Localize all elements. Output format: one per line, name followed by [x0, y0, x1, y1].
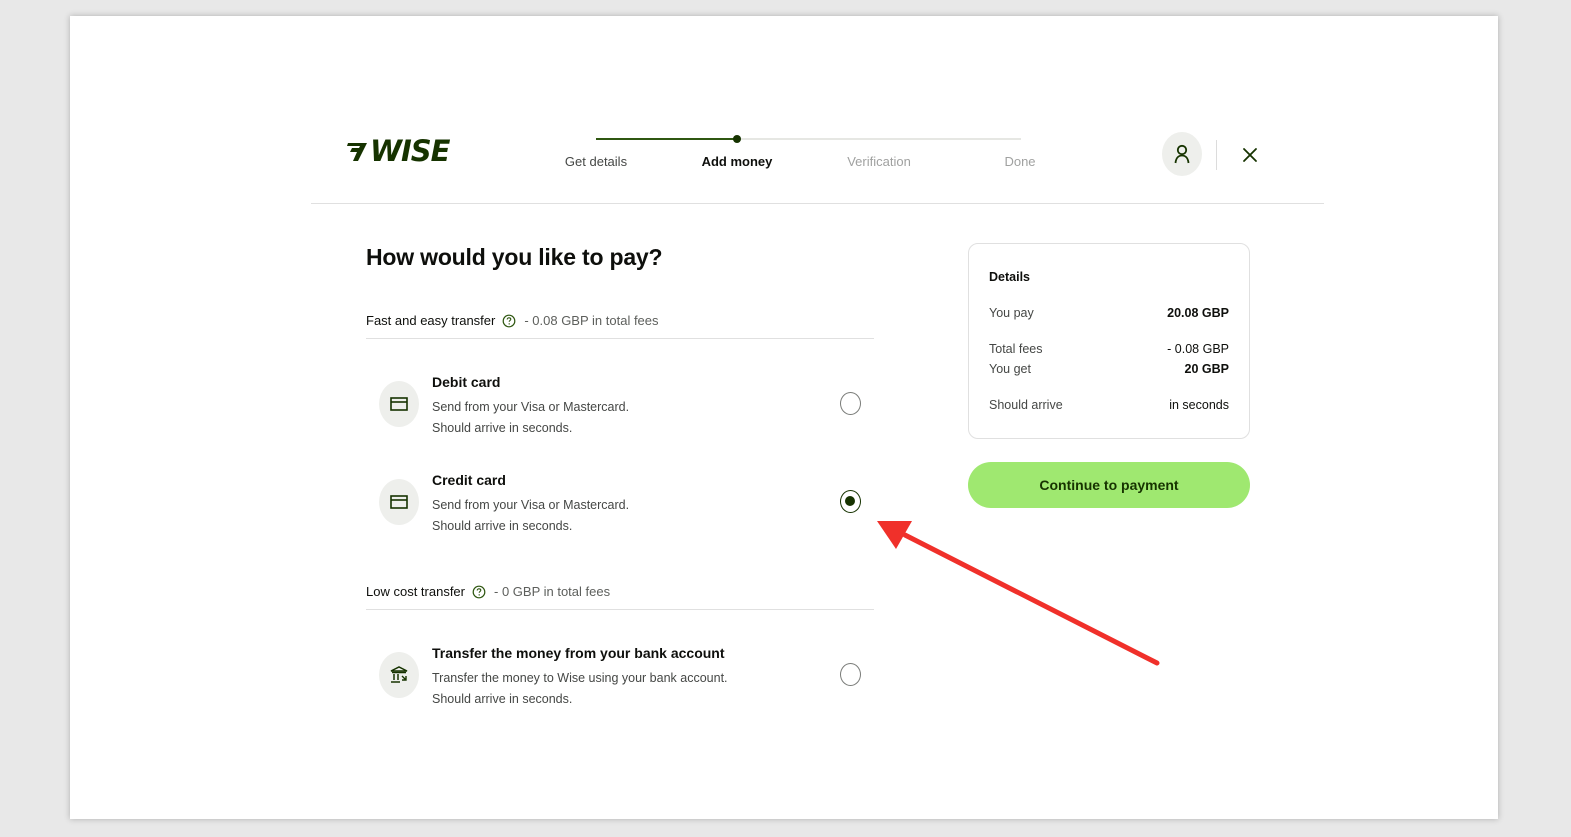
bank-transfer-radio[interactable] [840, 663, 861, 686]
card-icon [379, 479, 419, 525]
option-description-line1: Send from your Visa or Mastercard. [432, 498, 630, 512]
option-description-line1: Send from your Visa or Mastercard. [432, 400, 630, 414]
continue-to-payment-button[interactable]: Continue to payment [968, 462, 1250, 508]
details-row-you-pay: You pay 20.08 GBP [989, 306, 1229, 320]
section-label: Low cost transfer [366, 584, 465, 599]
progress-stepper: Get details Add money Verification Done [556, 135, 1036, 176]
header-divider-line [311, 203, 1324, 204]
option-title: Transfer the money from your bank accoun… [432, 645, 725, 661]
page-title: How would you like to pay? [366, 244, 663, 270]
section-low-cost-header: Low cost transfer - 0 GBP in total fees [366, 584, 874, 599]
section-fee: - 0 GBP in total fees [494, 584, 611, 599]
header-divider [1216, 140, 1217, 170]
credit-card-radio[interactable] [840, 490, 861, 513]
should-arrive-label: Should arrive [989, 398, 1063, 412]
payment-option-bank-transfer[interactable]: Transfer the money from your bank accoun… [366, 642, 874, 712]
close-icon [1243, 148, 1257, 162]
step-verification: Verification [847, 154, 911, 169]
you-pay-label: You pay [989, 306, 1034, 320]
section-fast-transfer-header: Fast and easy transfer - 0.08 GBP in tot… [366, 313, 874, 328]
debit-card-radio[interactable] [840, 392, 861, 415]
payment-option-debit-card[interactable]: Debit card Send from your Visa or Master… [366, 371, 874, 441]
option-description-line2: Should arrive in seconds. [432, 519, 573, 533]
help-icon[interactable] [502, 314, 516, 328]
you-get-value: 20 GBP [1184, 362, 1229, 376]
you-get-label: You get [989, 362, 1031, 376]
section-label: Fast and easy transfer [366, 313, 496, 328]
option-description-line2: Should arrive in seconds. [432, 692, 573, 706]
account-button[interactable] [1162, 132, 1202, 176]
payment-option-credit-card[interactable]: Credit card Send from your Visa or Maste… [366, 469, 874, 539]
total-fees-value: - 0.08 GBP [1167, 342, 1229, 356]
details-title: Details [989, 270, 1030, 284]
step-done: Done [1004, 154, 1036, 169]
page-frame: WISE Get details Add money Verification … [70, 16, 1498, 819]
step-add-money: Add money [701, 154, 773, 169]
section-divider [366, 338, 874, 339]
wise-wordmark: WISE [370, 133, 450, 168]
you-pay-value: 20.08 GBP [1167, 306, 1229, 320]
details-row-should-arrive: Should arrive in seconds [989, 398, 1229, 412]
details-card: Details You pay 20.08 GBP Total fees - 0… [968, 243, 1250, 439]
option-title: Debit card [432, 374, 501, 390]
bank-icon [379, 652, 419, 698]
close-button[interactable] [1236, 142, 1264, 168]
option-title: Credit card [432, 472, 506, 488]
help-icon[interactable] [472, 585, 486, 599]
stepper-progress-fill [596, 138, 738, 140]
stepper-current-dot [733, 135, 741, 143]
step-get-details[interactable]: Get details [565, 154, 627, 169]
option-description-line1: Transfer the money to Wise using your ba… [432, 671, 728, 685]
should-arrive-value: in seconds [1169, 398, 1229, 412]
total-fees-label: Total fees [989, 342, 1043, 356]
wise-flag-icon [347, 143, 367, 161]
wise-logo[interactable]: WISE [346, 133, 450, 168]
user-icon [1174, 144, 1190, 164]
section-divider [366, 609, 874, 610]
card-icon [379, 381, 419, 427]
section-fee: - 0.08 GBP in total fees [524, 313, 659, 328]
option-description-line2: Should arrive in seconds. [432, 421, 573, 435]
details-row-total-fees: Total fees - 0.08 GBP [989, 342, 1229, 356]
details-row-you-get: You get 20 GBP [989, 362, 1229, 376]
